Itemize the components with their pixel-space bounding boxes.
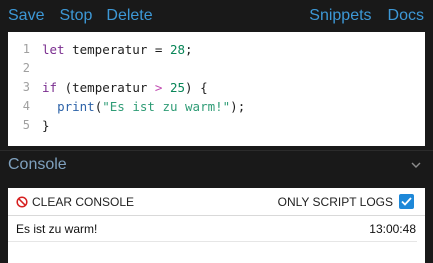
code-token: "Es ist zu warm!" xyxy=(102,99,231,114)
code-token: (temperatur xyxy=(57,80,155,95)
code-text: let temperatur = 28; xyxy=(42,40,193,59)
docs-button[interactable]: Docs xyxy=(388,0,424,32)
log-message: Es ist zu warm! xyxy=(16,221,98,236)
prohibited-icon xyxy=(16,195,28,208)
code-token: ); xyxy=(230,99,246,114)
save-button[interactable]: Save xyxy=(8,0,44,32)
snippets-button[interactable]: Snippets xyxy=(309,0,371,32)
line-number: 4 xyxy=(22,99,30,113)
code-text: } xyxy=(42,116,50,135)
line-number: 5 xyxy=(22,118,30,132)
code-text: print("Es ist zu warm!"); xyxy=(42,97,245,116)
delete-button[interactable]: Delete xyxy=(106,0,152,32)
code-token: } xyxy=(42,118,50,133)
stop-button[interactable]: Stop xyxy=(59,0,92,32)
code-token: if xyxy=(42,80,58,95)
checkmark-icon xyxy=(401,197,412,206)
log-timestamp: 13:00:48 xyxy=(369,221,416,236)
log-row: Es ist zu warm! 13:00:48 xyxy=(8,216,417,242)
code-line[interactable]: 2 xyxy=(8,59,425,78)
code-line[interactable]: 1 let temperatur = 28; xyxy=(8,40,425,59)
code-line[interactable]: 5} xyxy=(8,116,425,135)
only-script-logs-checkbox[interactable] xyxy=(399,194,414,209)
line-number: 2 xyxy=(22,61,30,75)
code-token: let xyxy=(42,42,65,57)
console-title: Console xyxy=(8,155,67,173)
toolbar: Save Stop Delete Snippets Docs xyxy=(0,0,433,32)
console-header[interactable]: Console xyxy=(0,150,433,178)
console-log-list: Es ist zu warm! 13:00:48 xyxy=(8,216,425,242)
clear-console-button[interactable]: CLEAR CONSOLE xyxy=(16,195,134,209)
code-line[interactable]: 4 print("Es ist zu warm!"); xyxy=(8,97,425,116)
code-token: print xyxy=(57,99,95,114)
only-script-logs-label: ONLY SCRIPT LOGS xyxy=(277,194,393,209)
code-token: ) { xyxy=(185,80,208,95)
code-token: 25 xyxy=(169,80,186,95)
code-token: 28 xyxy=(169,42,186,57)
code-token: ; xyxy=(185,42,193,57)
code-token: temperatur xyxy=(64,42,155,57)
clear-console-label: CLEAR CONSOLE xyxy=(32,194,135,209)
chevron-down-icon[interactable] xyxy=(409,158,423,172)
code-text: if (temperatur > 25) { xyxy=(42,78,208,97)
console-toolbar: CLEAR CONSOLE ONLY SCRIPT LOGS xyxy=(8,188,425,216)
code-line[interactable]: 3 if (temperatur > 25) { xyxy=(8,78,425,97)
console-panel: CLEAR CONSOLE ONLY SCRIPT LOGS Es ist zu… xyxy=(8,188,425,263)
code-editor[interactable]: 1 let temperatur = 28; 2 3 if (temperatur > … xyxy=(8,32,425,146)
line-number: 3 xyxy=(22,80,30,94)
line-number: 1 xyxy=(22,42,30,56)
